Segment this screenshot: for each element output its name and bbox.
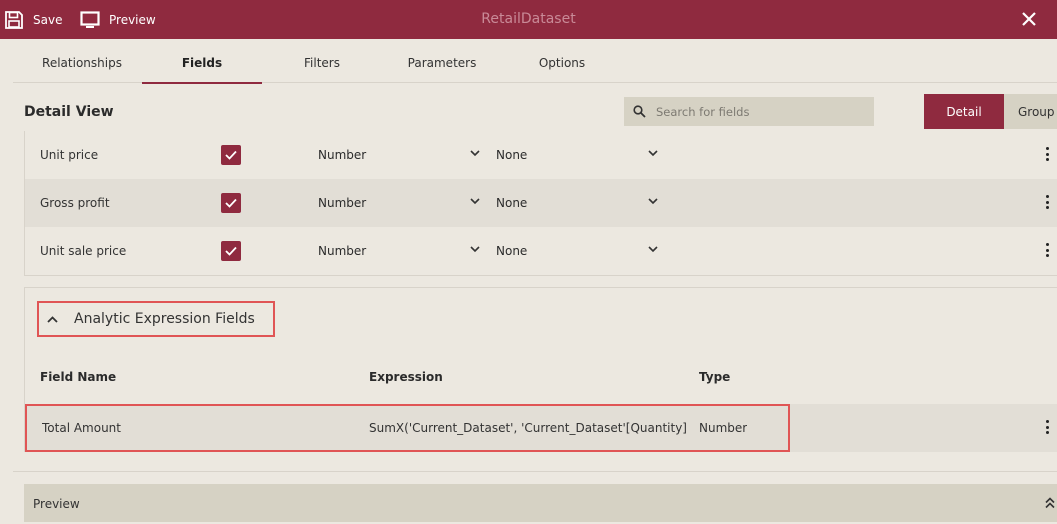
field-aggregation-dropdown[interactable]: None xyxy=(496,179,658,227)
preview-button[interactable]: Preview xyxy=(80,0,156,39)
field-type-dropdown[interactable]: Number xyxy=(318,227,480,275)
analytic-expression: SumX('Current_Dataset', 'Current_Dataset… xyxy=(369,421,689,435)
field-type-dropdown[interactable]: Number xyxy=(318,179,480,227)
field-type-value: Number xyxy=(318,244,367,258)
chevron-up-icon xyxy=(47,315,58,323)
section-divider xyxy=(13,471,1057,472)
check-icon xyxy=(225,246,237,256)
group-view-button[interactable]: Group xyxy=(1004,94,1057,129)
save-button[interactable]: Save xyxy=(4,0,62,39)
tab-options[interactable]: Options xyxy=(502,43,622,83)
column-header-type: Type xyxy=(699,370,731,384)
double-chevron-up-icon[interactable] xyxy=(1045,497,1055,509)
column-header-expression: Expression xyxy=(369,370,443,384)
field-visible-checkbox[interactable] xyxy=(221,145,241,165)
tab-fields[interactable]: Fields xyxy=(142,43,262,84)
analytic-field-name: Total Amount xyxy=(42,421,121,435)
field-row: Gross profit Number None xyxy=(25,179,1057,227)
field-visible-checkbox[interactable] xyxy=(221,241,241,261)
chevron-down-icon xyxy=(648,198,658,205)
field-type-value: Number xyxy=(318,148,367,162)
save-icon xyxy=(5,10,23,29)
analytic-type: Number xyxy=(699,421,748,435)
field-row: Unit sale price Number None xyxy=(25,227,1057,275)
more-options-icon[interactable] xyxy=(1044,243,1050,259)
search-input[interactable] xyxy=(656,104,856,119)
chevron-down-icon xyxy=(648,246,658,253)
analytic-expression-section: Analytic Expression Fields Field Name Ex… xyxy=(24,287,1057,452)
close-icon[interactable] xyxy=(1019,9,1039,29)
save-label: Save xyxy=(33,12,63,27)
title-bar: Save Preview RetailDataset xyxy=(0,0,1057,39)
analytic-table-row[interactable]: Total Amount SumX('Current_Dataset', 'Cu… xyxy=(25,404,1057,452)
field-aggregation-value: None xyxy=(496,244,528,258)
more-options-icon[interactable] xyxy=(1044,147,1050,163)
tab-relationships[interactable]: Relationships xyxy=(22,43,142,83)
preview-panel-label: Preview xyxy=(33,497,80,511)
field-name: Unit sale price xyxy=(40,244,127,258)
search-icon xyxy=(633,105,646,118)
tab-filters[interactable]: Filters xyxy=(262,43,382,83)
fields-list: Unit price Number None Gross profit Numb… xyxy=(24,131,1057,276)
chevron-down-icon xyxy=(470,150,480,157)
preview-label: Preview xyxy=(109,12,156,27)
chevron-down-icon xyxy=(470,198,480,205)
field-row: Unit price Number None xyxy=(25,131,1057,179)
field-type-dropdown[interactable]: Number xyxy=(318,131,480,179)
more-options-icon[interactable] xyxy=(1044,195,1050,211)
field-name: Unit price xyxy=(40,148,99,162)
column-header-field-name: Field Name xyxy=(40,370,117,384)
more-options-icon[interactable] xyxy=(1044,420,1050,436)
preview-panel[interactable]: Preview xyxy=(24,484,1057,522)
check-icon xyxy=(225,198,237,208)
field-aggregation-value: None xyxy=(496,196,528,210)
analytic-section-toggle[interactable]: Analytic Expression Fields xyxy=(37,301,275,337)
field-aggregation-value: None xyxy=(496,148,528,162)
dataset-title: RetailDataset xyxy=(481,11,576,27)
page-title: Detail View xyxy=(24,104,114,120)
field-name: Gross profit xyxy=(40,196,110,210)
chevron-down-icon xyxy=(648,150,658,157)
analytic-section-title: Analytic Expression Fields xyxy=(74,311,255,327)
field-visible-checkbox[interactable] xyxy=(221,193,241,213)
field-type-value: Number xyxy=(318,196,367,210)
check-icon xyxy=(225,150,237,160)
field-aggregation-dropdown[interactable]: None xyxy=(496,131,658,179)
field-aggregation-dropdown[interactable]: None xyxy=(496,227,658,275)
detail-view-button[interactable]: Detail xyxy=(924,94,1004,129)
search-box[interactable] xyxy=(624,97,874,126)
tab-bar: Relationships Fields Filters Parameters … xyxy=(13,43,1057,84)
monitor-icon xyxy=(80,10,100,28)
chevron-down-icon xyxy=(470,246,480,253)
tab-parameters[interactable]: Parameters xyxy=(382,43,502,83)
